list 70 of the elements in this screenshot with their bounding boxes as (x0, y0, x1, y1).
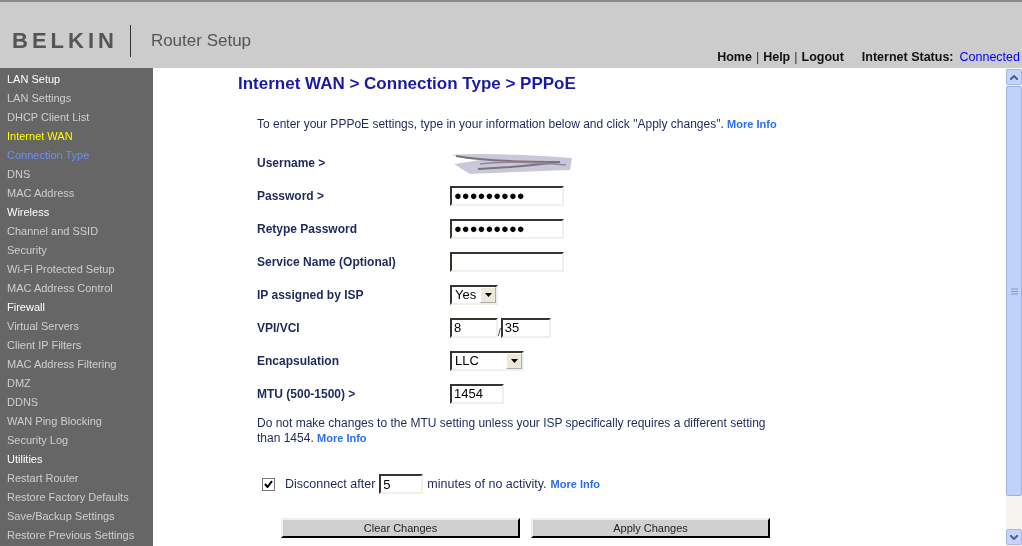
sidebar-item[interactable]: Security (0, 241, 153, 260)
sidebar-item[interactable]: WAN Ping Blocking (0, 412, 153, 431)
sidebar-item[interactable]: Virtual Servers (0, 317, 153, 336)
more-info-link[interactable]: More Info (317, 432, 367, 444)
dropdown[interactable]: LLC (450, 350, 524, 371)
field-label: Retype Password (257, 221, 359, 236)
scroll-up-button[interactable] (1006, 69, 1022, 85)
separator: | (755, 50, 760, 64)
field-label: VPI/VCI (257, 320, 301, 335)
status-label: Internet Status: (861, 50, 954, 64)
sidebar-item[interactable]: Wi-Fi Protected Setup (0, 260, 153, 279)
form-button[interactable]: Apply Changes (531, 518, 770, 538)
sidebar-section[interactable]: LAN Setup (0, 70, 153, 89)
more-info-link[interactable]: More Info (727, 118, 777, 130)
field-label: Service Name (Optional) (257, 254, 397, 269)
scrollbar-thumb[interactable] (1006, 86, 1022, 496)
sidebar-item[interactable]: Channel and SSID (0, 222, 153, 241)
sidebar-item[interactable]: Restore Factory Defaults (0, 488, 153, 507)
field-label: Encapsulation (257, 353, 340, 368)
input-field[interactable]: 5 (379, 474, 424, 494)
sidebar-section[interactable]: Firewall (0, 298, 153, 317)
sidebar-section[interactable]: Wireless (0, 203, 153, 222)
sidebar-item[interactable]: Save/Backup Settings (0, 507, 153, 526)
checkmark-icon (264, 480, 273, 488)
mtu-note: Do not make changes to the MTU setting unless your ISP specifically requires a different setting than 1454. More Info (257, 416, 767, 446)
more-info-link[interactable]: More Info (550, 478, 601, 490)
form-button[interactable]: Clear Changes (281, 518, 520, 538)
chevron-down-icon (1010, 534, 1018, 540)
status-value: Connected (959, 50, 1020, 64)
sidebar-section[interactable]: Utilities (0, 450, 153, 469)
option-text: minutes of no activity. (427, 477, 547, 491)
sidebar-item[interactable]: MAC Address (0, 184, 153, 203)
caret-icon (484, 292, 492, 297)
input-field[interactable]: ●●●●●●●●● (450, 185, 564, 206)
header-link[interactable]: Logout (801, 50, 844, 64)
input-field[interactable]: 1454 (450, 383, 504, 404)
checkbox-label: Disconnect after (285, 477, 376, 491)
chevron-up-icon (1010, 74, 1018, 80)
brand-logo: BELKIN (12, 25, 131, 57)
checkbox[interactable] (262, 477, 275, 491)
sidebar-item[interactable]: DMZ (0, 374, 153, 393)
sidebar-item[interactable]: MAC Address Filtering (0, 355, 153, 374)
sidebar-item[interactable]: Restart Router (0, 469, 153, 488)
input-field[interactable]: 8 (450, 317, 498, 338)
field-label: IP assigned by ISP (257, 287, 365, 302)
page-title: Internet WAN > Connection Type > PPPoE (238, 74, 577, 94)
separator: | (794, 50, 798, 64)
sidebar-item[interactable]: DNS (0, 165, 153, 184)
header-link[interactable]: Help (763, 50, 791, 64)
field-label: Username > (257, 155, 327, 170)
sidebar-item[interactable]: Restore Previous Settings (0, 526, 153, 545)
input-field[interactable]: ●●●●●●●●● (450, 218, 564, 239)
sidebar-item[interactable]: Client IP Filters (0, 336, 153, 355)
sidebar-section[interactable]: Internet WAN (0, 127, 153, 146)
separator: / (498, 326, 501, 338)
sidebar-item[interactable]: LAN Settings (0, 89, 153, 108)
input-field[interactable]: 35 (500, 317, 551, 338)
scroll-down-button[interactable] (1006, 529, 1022, 545)
field-label: MTU (500-1500) > (257, 386, 357, 401)
field-label: Password > (257, 188, 326, 203)
caret-icon (510, 358, 518, 363)
input-field[interactable] (450, 251, 564, 272)
header-link[interactable]: Home (717, 50, 752, 64)
app-title: Router Setup (150, 31, 252, 51)
sidebar-item[interactable]: Security Log (0, 431, 153, 450)
sidebar-item[interactable]: DHCP Client List (0, 108, 153, 127)
dropdown[interactable]: Yes (450, 284, 498, 305)
sidebar-item[interactable]: DDNS (0, 393, 153, 412)
intro-text: To enter your PPPoE settings, type in your information below and click "Apply changes". More Info (257, 117, 778, 131)
sidebar-item[interactable]: MAC Address Control (0, 279, 153, 298)
